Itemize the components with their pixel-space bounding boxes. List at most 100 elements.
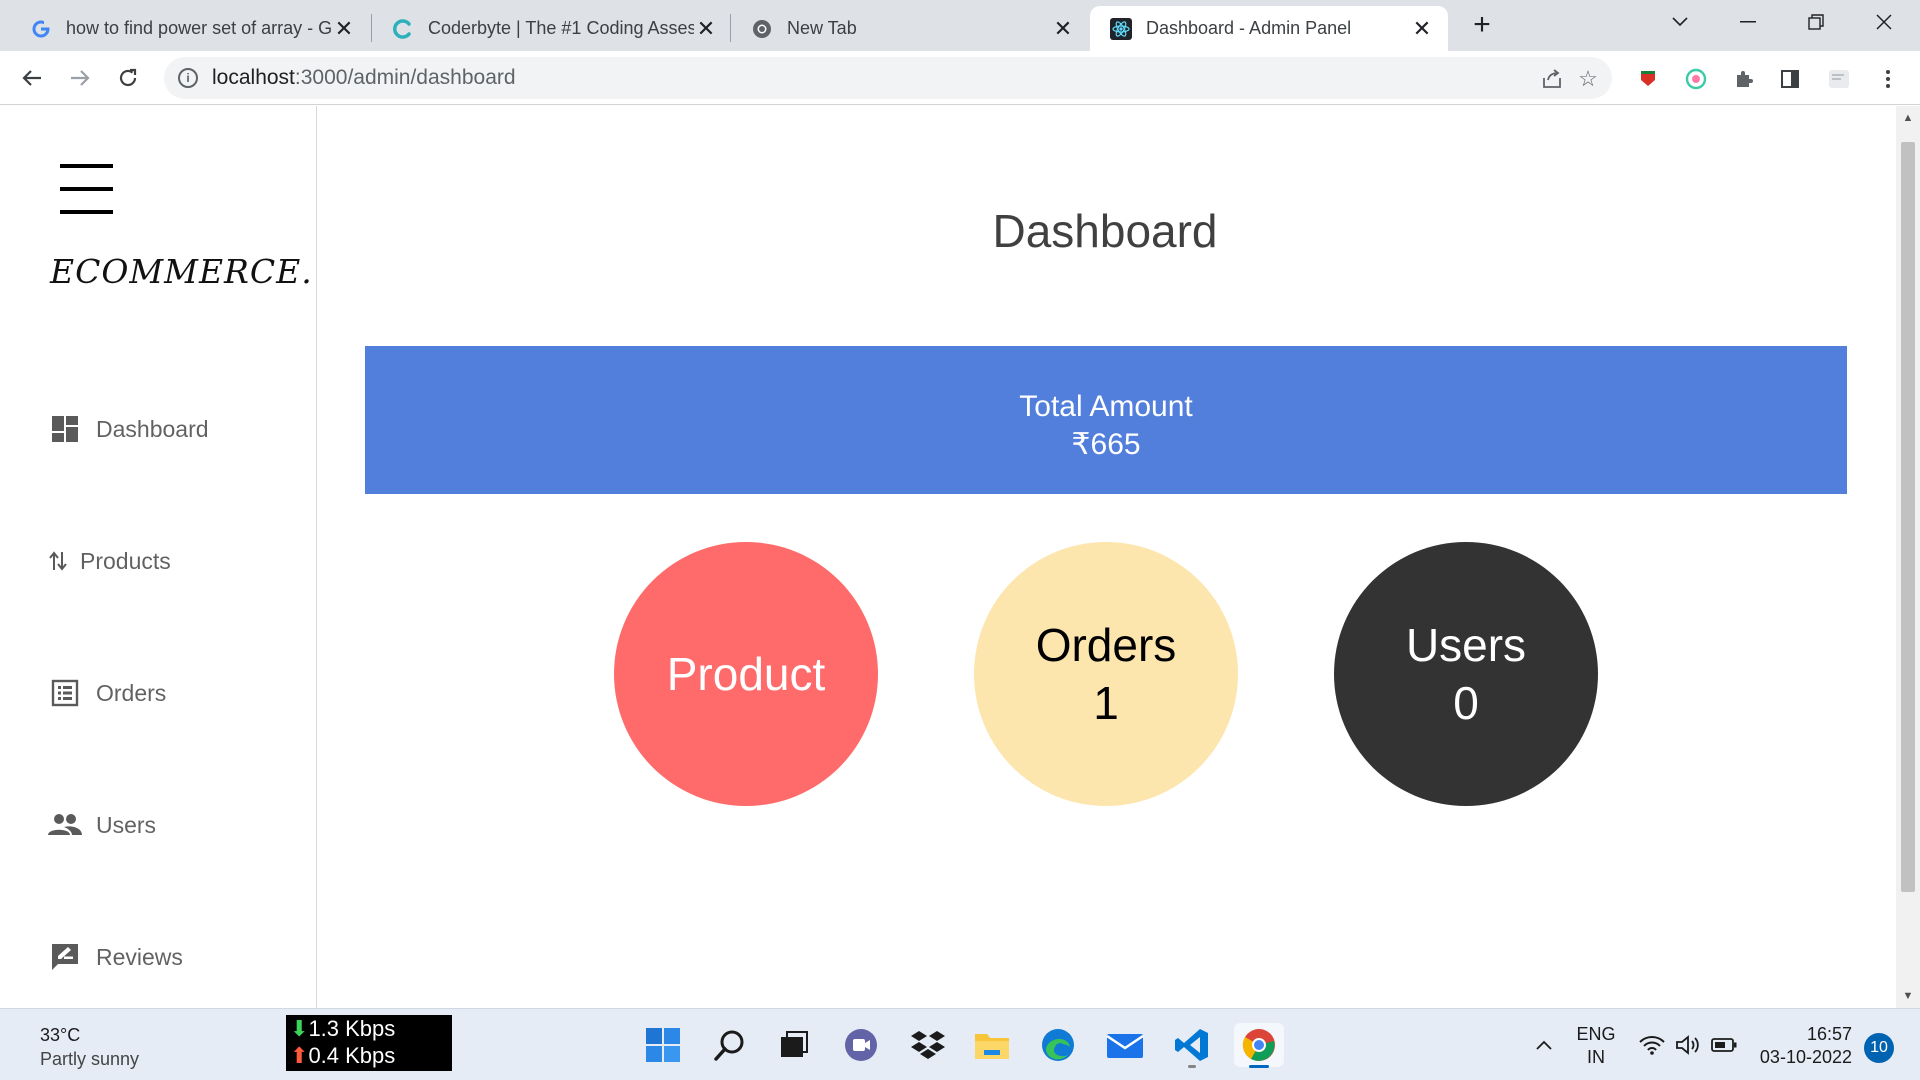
tab-new-tab[interactable]: New Tab ✕: [731, 6, 1089, 51]
region-code: IN: [1587, 1047, 1605, 1067]
weather-temperature: 33°C: [40, 1025, 81, 1045]
extensions-puzzle-icon[interactable]: [1730, 65, 1758, 93]
address-bar[interactable]: i localhost:3000/admin/dashboard ☆: [164, 57, 1612, 99]
tab-dashboard-admin[interactable]: Dashboard - Admin Panel ✕: [1090, 6, 1448, 51]
side-panel-icon[interactable]: [1776, 65, 1804, 93]
close-window-icon[interactable]: [1856, 0, 1912, 44]
tab-title: how to find power set of array - G: [66, 18, 332, 38]
dashboard-main: Dashboard Total Amount ₹665 Product Orde…: [318, 106, 1892, 1008]
users-summary-count: 0: [1453, 677, 1479, 729]
sidebar-item-label: Products: [80, 547, 171, 574]
reload-icon[interactable]: [112, 62, 144, 94]
google-icon: [30, 18, 52, 40]
sidebar-item-label: Dashboard: [96, 415, 209, 442]
people-icon: [48, 808, 82, 842]
logo[interactable]: ECOMMERCE.: [50, 252, 313, 291]
forward-icon[interactable]: [64, 62, 96, 94]
profile-avatar-icon[interactable]: [1826, 65, 1854, 93]
file-explorer-icon[interactable]: [970, 1023, 1014, 1067]
hamburger-menu-icon[interactable]: [60, 164, 113, 214]
tab-coderbyte[interactable]: Coderbyte | The #1 Coding Asses ✕: [372, 6, 732, 51]
close-tab-icon[interactable]: ✕: [694, 16, 718, 41]
tab-google-search[interactable]: how to find power set of array - G ✕: [10, 6, 370, 51]
tab-strip: how to find power set of array - G ✕ Cod…: [0, 0, 1920, 51]
close-tab-icon[interactable]: ✕: [1410, 16, 1434, 41]
product-summary-link[interactable]: Product: [614, 542, 878, 806]
dashboard-icon: [48, 412, 82, 446]
rate-review-icon: [48, 940, 82, 974]
windows-taskbar: 33°C Partly sunny ⬇1.3 Kbps ⬆0.4 Kbps EN…: [0, 1008, 1920, 1080]
close-tab-icon[interactable]: ✕: [1051, 16, 1075, 41]
task-view-icon[interactable]: [772, 1023, 816, 1067]
minimize-icon[interactable]: [1720, 0, 1776, 44]
clock[interactable]: 16:57 03-10-2022: [1752, 1023, 1852, 1069]
show-hidden-icons[interactable]: [1524, 1023, 1564, 1067]
edge-browser-icon[interactable]: [1036, 1023, 1080, 1067]
active-indicator: [1249, 1065, 1269, 1068]
scroll-down-icon[interactable]: ▼: [1896, 984, 1920, 1008]
back-icon[interactable]: [16, 62, 48, 94]
running-indicator: [1188, 1065, 1196, 1068]
sidebar-item-label: Orders: [96, 679, 167, 706]
download-arrow-icon: ⬇: [290, 1016, 309, 1041]
vscode-icon[interactable]: [1170, 1023, 1214, 1068]
browser-toolbar: i localhost:3000/admin/dashboard ☆: [0, 51, 1920, 105]
url-text: localhost:3000/admin/dashboard: [212, 66, 516, 90]
extension-shield-icon[interactable]: [1634, 65, 1662, 93]
tab-title: New Tab: [787, 18, 857, 38]
tab-title: Dashboard - Admin Panel: [1146, 18, 1352, 38]
restore-icon[interactable]: [1788, 0, 1844, 44]
clock-date: 03-10-2022: [1759, 1047, 1852, 1067]
extension-grammarly-icon[interactable]: [1682, 65, 1710, 93]
sidebar-item-reviews[interactable]: Reviews: [48, 940, 183, 974]
upload-arrow-icon: ⬆: [290, 1043, 309, 1068]
search-icon[interactable]: [708, 1023, 752, 1067]
url-path: :3000/admin/dashboard: [294, 66, 516, 89]
coderbyte-icon: [392, 18, 414, 40]
upload-speed: 0.4 Kbps: [308, 1043, 396, 1068]
url-host: localhost: [212, 66, 295, 89]
sidebar-item-users[interactable]: Users: [48, 808, 156, 842]
page-title: Dashboard: [992, 205, 1218, 257]
browser-menu-icon[interactable]: [1874, 65, 1902, 93]
network-speed-meter: ⬇1.3 Kbps ⬆0.4 Kbps: [286, 1015, 452, 1071]
chrome-taskbar-icon[interactable]: [1234, 1023, 1284, 1068]
weather-widget[interactable]: 33°C Partly sunny: [40, 1023, 139, 1071]
battery-icon[interactable]: [1706, 1023, 1742, 1067]
clock-time: 16:57: [1806, 1024, 1852, 1044]
users-summary-link[interactable]: Users 0: [1334, 542, 1598, 806]
scroll-up-icon[interactable]: ▲: [1896, 106, 1920, 130]
sidebar-item-label: Users: [96, 811, 157, 838]
sidebar-item-dashboard[interactable]: Dashboard: [48, 412, 209, 446]
volume-icon[interactable]: [1670, 1023, 1706, 1067]
language-indicator[interactable]: ENG IN: [1574, 1023, 1618, 1069]
wifi-icon[interactable]: [1634, 1023, 1670, 1067]
sidebar-item-orders[interactable]: Orders: [48, 676, 166, 710]
scrollbar-thumb[interactable]: [1901, 142, 1915, 892]
total-amount-card: Total Amount ₹665: [365, 346, 1847, 494]
chrome-icon: [751, 18, 773, 40]
site-info-icon[interactable]: i: [178, 68, 198, 88]
notification-badge[interactable]: 10: [1864, 1033, 1894, 1063]
dropbox-icon[interactable]: [906, 1023, 950, 1067]
teams-chat-icon[interactable]: [839, 1023, 883, 1067]
bookmark-star-icon[interactable]: ☆: [1574, 65, 1602, 93]
total-amount-label: Total Amount: [1019, 390, 1193, 423]
sidebar-item-products[interactable]: Products: [48, 544, 171, 578]
new-tab-button[interactable]: +: [1466, 10, 1498, 42]
tab-title: Coderbyte | The #1 Coding Asses: [428, 18, 694, 38]
mail-icon[interactable]: [1103, 1023, 1147, 1067]
tab-search-icon[interactable]: [1652, 0, 1708, 44]
orders-summary-label: Orders: [1035, 619, 1177, 671]
import-export-icon: [48, 544, 68, 578]
close-tab-icon[interactable]: ✕: [332, 16, 356, 41]
orders-summary-link[interactable]: Orders 1: [974, 542, 1238, 806]
page-scrollbar[interactable]: ▲ ▼: [1896, 106, 1920, 1008]
product-summary-label: Product: [666, 648, 826, 700]
orders-summary-count: 1: [1093, 677, 1119, 729]
users-summary-label: Users: [1405, 619, 1527, 671]
weather-condition: Partly sunny: [40, 1049, 140, 1069]
windows-start-icon[interactable]: [641, 1023, 685, 1067]
download-speed: 1.3 Kbps: [308, 1016, 396, 1041]
share-icon[interactable]: [1538, 65, 1566, 93]
